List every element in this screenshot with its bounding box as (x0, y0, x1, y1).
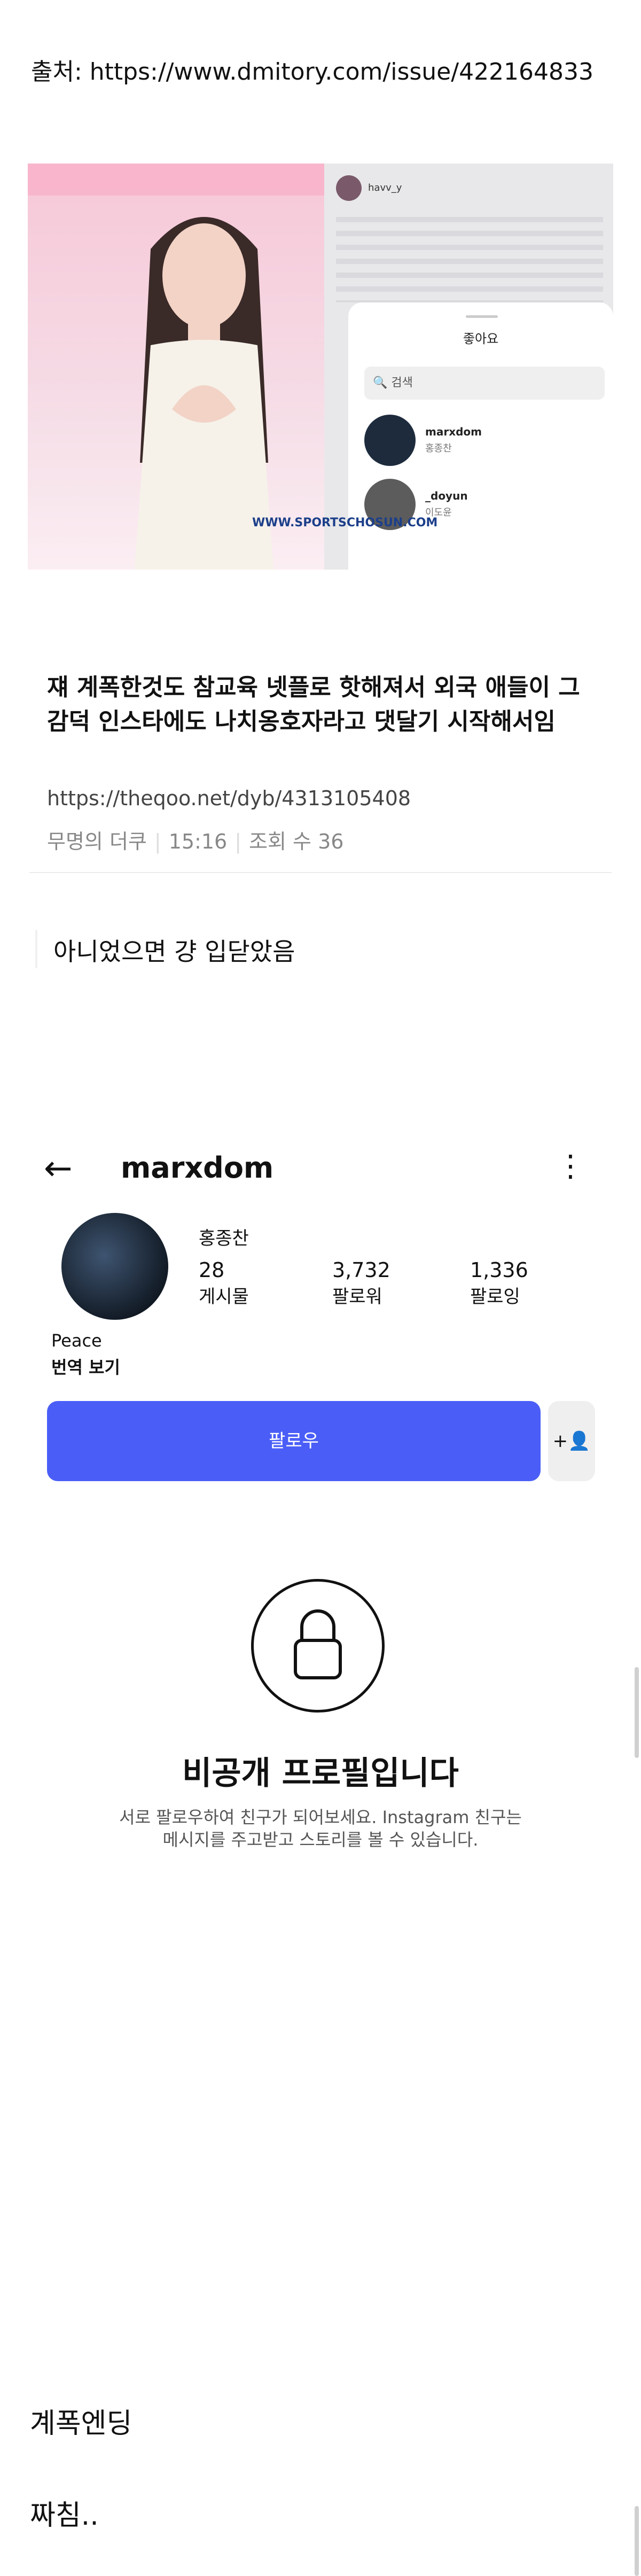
lock-icon (294, 1609, 342, 1679)
stat-posts[interactable]: 28 게시물 (199, 1257, 249, 1310)
stat-followers[interactable]: 3,732 팔로워 (332, 1257, 390, 1310)
article-url[interactable]: https://theqoo.net/dyb/4313105408 (47, 787, 411, 810)
panel-username: havv_y (368, 182, 402, 193)
profile-username: marxdom (121, 1151, 274, 1185)
private-title: 비공개 프로필입니다 (182, 1755, 459, 1792)
avatar[interactable] (61, 1213, 168, 1320)
woman-figure (135, 217, 273, 570)
ending-line-2: 짜침.. (30, 2500, 99, 2532)
likes-search: 🔍 검색 (364, 367, 605, 400)
like-user-1: marxdom 홍종찬 (364, 415, 482, 466)
back-arrow-icon[interactable]: ← (44, 1149, 73, 1188)
scrollbar-bottom[interactable] (635, 2506, 639, 2576)
article-meta: 무명의 더쿠 | 15:16 | 조회 수 36 (47, 830, 344, 853)
ending-line-1: 계폭엔딩 (30, 2408, 132, 2440)
private-desc: 서로 팔로우하여 친구가 되어보세요. Instagram 친구는 메시지를 주… (119, 1807, 522, 1850)
divider (29, 872, 612, 873)
post-time: 15:16 (168, 830, 228, 853)
comment-bar (35, 930, 37, 968)
photo-watermark: WWW.SPORTSCHOSUN.COM (252, 516, 438, 530)
author: 무명의 더쿠 (47, 830, 147, 853)
comment-text: 아니었으면 걍 입닫았음 (53, 937, 295, 966)
likes-title: 좋아요 (463, 331, 499, 346)
view-count: 조회 수 36 (249, 830, 344, 853)
likes-sheet: 좋아요 🔍 검색 marxdom 홍종찬 _doyun 이도윤 (348, 302, 613, 570)
profile-name: 홍종찬 (199, 1228, 249, 1249)
add-user-icon[interactable]: +👤 (548, 1401, 595, 1481)
article-title[interactable]: 쟤 계폭한것도 참교육 넷플로 핫해져서 외국 애들이 그 감덕 인스타에도 나… (47, 671, 603, 739)
source-line: 출처: https://www.dmitory.com/issue/422164… (31, 58, 594, 85)
scrollbar[interactable] (635, 1667, 639, 1758)
profile-bio: Peace (51, 1330, 102, 1351)
stat-following[interactable]: 1,336 팔로잉 (470, 1257, 528, 1310)
translate-link[interactable]: 번역 보기 (51, 1354, 120, 1379)
news-photo: havv_y 좋아요 🔍 검색 marxdom 홍종찬 _doyun 이도윤 WWW… (28, 164, 613, 570)
follow-button[interactable]: 팔로우 (47, 1401, 541, 1481)
lock-circle (251, 1579, 385, 1713)
more-options-icon[interactable]: ⋮ (556, 1149, 585, 1184)
